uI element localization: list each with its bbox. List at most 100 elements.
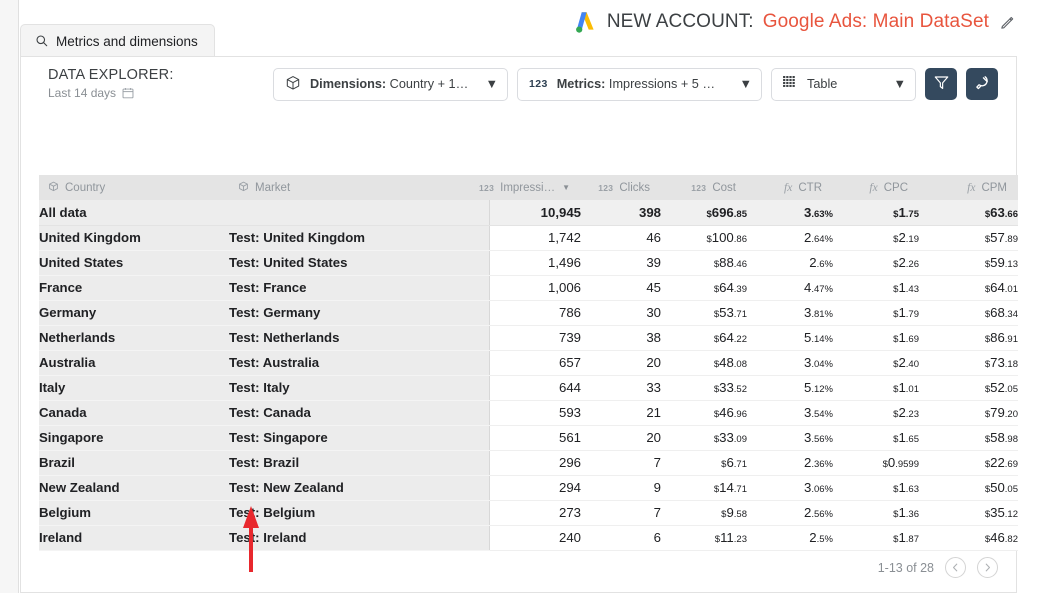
tab-label: Metrics and dimensions (56, 33, 198, 49)
cell-market: Test: Singapore (229, 425, 490, 451)
column-header-country[interactable]: Country (39, 175, 229, 200)
value-decimal: .04% (811, 359, 833, 370)
cell-impressions: 739 (489, 325, 581, 351)
chevron-down-icon[interactable]: ▼ (739, 77, 752, 91)
cell-cpc: $1.01 (833, 375, 919, 401)
value-integer: 1 (898, 505, 906, 520)
prev-page-button[interactable] (945, 557, 966, 578)
value-decimal: .6% (816, 259, 833, 270)
value-integer: 2 (809, 255, 817, 270)
value-decimal: .58 (733, 509, 747, 520)
table-row[interactable]: Brazil Test: Brazil 296 7 $6.71 2.36% $0.9599 $… (39, 450, 1018, 476)
value-decimal: .71 (733, 484, 747, 495)
table-row[interactable]: Italy Test: Italy 644 33 $33.52 5.12% $1.01 $52… (39, 375, 1018, 401)
value-integer: 786 (558, 305, 581, 320)
cell-impressions: 296 (489, 450, 581, 476)
cell-impressions: 1,496 (489, 250, 581, 276)
cell-clicks: 9 (581, 475, 661, 501)
table-row[interactable]: Australia Test: Australia 657 20 $48.08 3.04%… (39, 350, 1018, 376)
pagination: 1-13 of 28 (878, 557, 998, 578)
cell-cpm: $63.66 (919, 200, 1018, 226)
table-row[interactable]: Singapore Test: Singapore 561 20 $33.09 3.56%… (39, 425, 1018, 451)
value-decimal: .63 (905, 484, 919, 495)
dimensions-selector[interactable]: Dimensions: Country + 1 more ▼ (273, 67, 508, 101)
table-row[interactable]: Germany Test: Germany 786 30 $53.71 3.81% $1.7… (39, 300, 1018, 326)
column-header-market[interactable]: Market (229, 175, 489, 200)
value-decimal: .63% (811, 208, 833, 220)
value-integer: 9 (653, 480, 661, 495)
cell-cost: $64.22 (661, 325, 747, 351)
cell-impressions: 240 (489, 525, 581, 551)
column-header-clicks[interactable]: 123 Clicks (581, 175, 661, 200)
value-decimal: .23 (905, 409, 919, 420)
cell-cost: $88.46 (661, 250, 747, 276)
column-header-cpc[interactable]: fx CPC (833, 175, 919, 200)
123-icon: 123 (598, 182, 614, 193)
value-integer: 64 (719, 330, 734, 345)
cell-cost: $33.52 (661, 375, 747, 401)
chevron-down-icon[interactable]: ▼ (893, 77, 906, 91)
table-row[interactable]: New Zealand Test: New Zealand 294 9 $14.71 3.… (39, 475, 1018, 501)
cell-cost: $14.71 (661, 475, 747, 501)
value-integer: 33 (719, 380, 734, 395)
table-row[interactable]: Netherlands Test: Netherlands 739 38 $64.22 5… (39, 325, 1018, 351)
value-integer: 9 (726, 505, 734, 520)
chevron-down-icon[interactable]: ▼ (485, 77, 498, 91)
horizontal-scrollbar-track[interactable] (39, 168, 1016, 286)
value-integer: 1,496 (547, 255, 581, 270)
cell-ctr: 5.12% (747, 375, 833, 401)
column-header-impressions[interactable]: 123 Impressi… ▼ (479, 175, 581, 200)
account-name-label[interactable]: Google Ads: Main DataSet (763, 11, 989, 33)
cell-cpc: $2.40 (833, 350, 919, 376)
123-icon: 123 (479, 182, 495, 193)
connector-button[interactable] (966, 68, 998, 100)
column-header-label: Clicks (619, 181, 650, 194)
cell-impressions: 786 (489, 300, 581, 326)
view-type-selector[interactable]: Table ▼ (771, 67, 916, 101)
column-header-ctr[interactable]: fx CTR (747, 175, 833, 200)
value-integer: 2 (898, 230, 906, 245)
cell-clicks: 30 (581, 300, 661, 326)
table-row[interactable]: United Kingdom Test: United Kingdom 1,742 4… (39, 225, 1018, 251)
value-decimal: .79 (905, 309, 919, 320)
value-decimal: .36% (811, 459, 833, 470)
view-type-value: Table (807, 77, 838, 91)
sort-descending-icon[interactable]: ▼ (562, 183, 570, 192)
table-row[interactable]: Ireland Test: Ireland 240 6 $11.23 2.5% $1.87 $… (39, 525, 1018, 551)
123-icon: 123 (529, 78, 548, 90)
column-header-cost[interactable]: 123 Cost (661, 175, 747, 200)
table-row[interactable]: United States Test: United States 1,496 39 $… (39, 250, 1018, 276)
value-decimal: .05 (1004, 384, 1018, 395)
table-total-row: All data 10,945 398 $696.85 3.63% $1.75 $63.66 (39, 200, 1018, 226)
pencil-icon[interactable] (1000, 15, 1015, 30)
tab-metrics-and-dimensions[interactable]: Metrics and dimensions (20, 24, 215, 57)
cell-impressions: 273 (489, 500, 581, 526)
value-decimal: .46 (733, 259, 747, 270)
value-decimal: .26 (905, 259, 919, 270)
cell-cpm: $35.12 (919, 500, 1018, 526)
cell-cost: $33.09 (661, 425, 747, 451)
next-page-button[interactable] (977, 557, 998, 578)
table-row[interactable]: Belgium Test: Belgium 273 7 $9.58 2.56% $1.36 $… (39, 500, 1018, 526)
value-decimal: .64% (811, 234, 833, 245)
value-integer: 6 (726, 455, 734, 470)
cell-clicks: 38 (581, 325, 661, 351)
value-decimal: .98 (1004, 434, 1018, 445)
filter-button[interactable] (925, 68, 957, 100)
column-header-cpm[interactable]: fx CPM (919, 175, 1018, 200)
value-integer: 86 (990, 330, 1005, 345)
value-integer: 63 (990, 204, 1005, 220)
value-decimal: .81% (811, 309, 833, 320)
value-decimal: .82 (1004, 534, 1018, 545)
value-integer: 1,742 (547, 230, 581, 245)
explorer-toolbar: DATA EXPLORER: Last 14 days Dimensions: … (21, 57, 1016, 111)
metrics-selector[interactable]: 123 Metrics: Impressions + 5 more ▼ (517, 67, 762, 101)
pagination-label: 1-13 of 28 (877, 560, 934, 575)
value-integer: 57 (990, 230, 1005, 245)
date-range[interactable]: Last 14 days (48, 85, 174, 101)
table-row[interactable]: Canada Test: Canada 593 21 $46.96 3.54% $2.23 $… (39, 400, 1018, 426)
table-row[interactable]: France Test: France 1,006 45 $64.39 4.47% $1.4… (39, 275, 1018, 301)
value-decimal: .86 (733, 234, 747, 245)
value-integer: 1 (898, 430, 906, 445)
123-icon: 123 (691, 182, 707, 193)
